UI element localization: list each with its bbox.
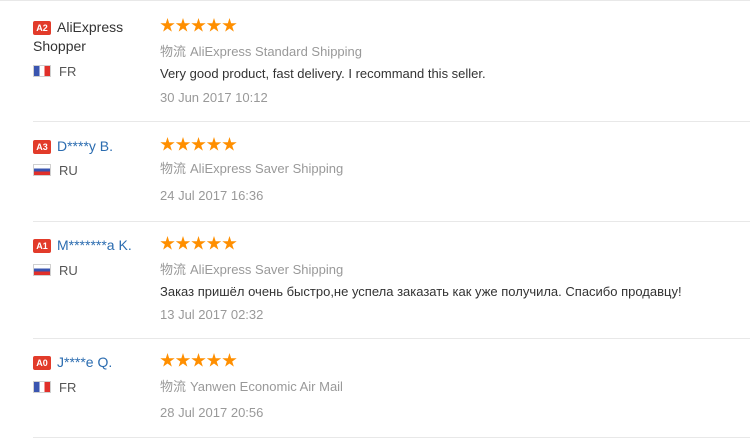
- star-icon: [191, 18, 206, 32]
- reviewer-name-line: A0 J****e Q.: [33, 353, 153, 372]
- reviewer-country: RU: [33, 263, 78, 279]
- star-icon: [222, 18, 237, 32]
- review-date: 24 Jul 2017 16:36: [160, 188, 264, 203]
- star-icon: [191, 236, 206, 250]
- review-date: 28 Jul 2017 20:56: [160, 405, 264, 420]
- country-code: RU: [59, 263, 78, 278]
- shipping-label: 物流: [160, 161, 187, 176]
- review-item: A3 D****y B. RU 物流 AliExpress Saver Shippi…: [33, 137, 750, 217]
- buyer-level-badge: A0: [33, 356, 51, 370]
- france-flag-icon: [33, 65, 51, 77]
- shipping-label: 物流: [160, 262, 187, 277]
- shipping-method: 物流 AliExpress Saver Shipping: [160, 259, 343, 278]
- star-icon: [222, 236, 237, 250]
- reviewer-name-line: A3 D****y B.: [33, 137, 153, 156]
- star-icon: [222, 353, 237, 367]
- star-rating: [160, 137, 750, 157]
- buyer-level-badge: A3: [33, 140, 51, 154]
- star-icon: [206, 137, 222, 151]
- reviewer-info: A3 D****y B. RU: [33, 137, 153, 178]
- reviewer-info: A1 M*******a K. RU: [33, 236, 153, 278]
- star-icon: [175, 236, 191, 250]
- russia-flag-icon: [33, 164, 51, 176]
- reviewer-name-link[interactable]: M*******a K.: [57, 237, 132, 253]
- star-icon: [160, 137, 175, 151]
- reviewer-name-line: A1 M*******a K.: [33, 236, 153, 255]
- star-icon: [160, 18, 175, 32]
- buyer-level-badge: A2: [33, 21, 51, 35]
- review-date: 13 Jul 2017 02:32: [160, 307, 264, 322]
- reviewer-country: FR: [33, 64, 76, 80]
- review-content: 物流 AliExpress Saver Shipping Заказ пришёл…: [160, 236, 750, 322]
- russia-flag-icon: [33, 264, 51, 276]
- star-icon: [175, 18, 191, 32]
- france-flag-icon: [33, 381, 51, 393]
- reviewer-country: RU: [33, 163, 78, 179]
- review-content: 物流 AliExpress Saver Shipping 24 Jul 2017 …: [160, 137, 750, 203]
- star-icon: [191, 137, 206, 151]
- shipping-name: AliExpress Saver Shipping: [190, 262, 344, 277]
- star-rating: [160, 353, 750, 373]
- star-icon: [175, 353, 191, 367]
- star-rating: [160, 236, 750, 256]
- shipping-label: 物流: [160, 379, 187, 394]
- review-content: 物流 AliExpress Standard Shipping Very good…: [160, 18, 750, 105]
- star-icon: [160, 353, 175, 367]
- review-content: 物流 Yanwen Economic Air Mail 28 Jul 2017 2…: [160, 353, 750, 420]
- star-icon: [206, 236, 222, 250]
- review-divider: [33, 338, 750, 339]
- review-divider: [33, 121, 750, 122]
- shipping-label: 物流: [160, 44, 187, 59]
- reviewer-name-link[interactable]: J****e Q.: [57, 354, 112, 370]
- reviewer-info: A2 AliExpress Shopper FR: [33, 18, 153, 79]
- shipping-method: 物流 Yanwen Economic Air Mail: [160, 376, 343, 395]
- star-icon: [206, 18, 222, 32]
- shipping-method: 物流 AliExpress Saver Shipping: [160, 158, 343, 177]
- review-item: A1 M*******a K. RU 物流 AliExpress Saver Shi…: [33, 236, 750, 336]
- buyer-level-badge: A1: [33, 239, 51, 253]
- shipping-method: 物流 AliExpress Standard Shipping: [160, 41, 362, 60]
- review-item: A2 AliExpress Shopper FR 物流 AliExpress Sta…: [33, 18, 750, 118]
- review-divider: [33, 221, 750, 222]
- review-item: A0 J****e Q. FR 物流 Yanwen Economic Air Mai…: [33, 353, 750, 435]
- review-date: 30 Jun 2017 10:12: [160, 90, 268, 105]
- star-icon: [160, 236, 175, 250]
- shipping-name: Yanwen Economic Air Mail: [190, 379, 343, 394]
- star-icon: [206, 353, 222, 367]
- star-icon: [191, 353, 206, 367]
- review-list: A2 AliExpress Shopper FR 物流 AliExpress Sta…: [0, 0, 750, 440]
- feedback-text: Заказ пришёл очень быстро,не успела зака…: [160, 284, 682, 299]
- star-icon: [175, 137, 191, 151]
- star-rating: [160, 18, 750, 38]
- star-icon: [222, 137, 237, 151]
- reviewer-name-line: A2 AliExpress Shopper: [33, 18, 153, 56]
- feedback-text: Very good product, fast delivery. I reco…: [160, 66, 486, 81]
- country-code: FR: [59, 380, 77, 395]
- country-code: RU: [59, 163, 78, 178]
- shipping-name: AliExpress Saver Shipping: [190, 161, 344, 176]
- reviewer-country: FR: [33, 380, 76, 396]
- reviewer-info: A0 J****e Q. FR: [33, 353, 153, 395]
- country-code: FR: [59, 64, 77, 79]
- review-divider: [33, 437, 750, 438]
- reviewer-name-link[interactable]: D****y B.: [57, 138, 113, 154]
- shipping-name: AliExpress Standard Shipping: [190, 44, 363, 59]
